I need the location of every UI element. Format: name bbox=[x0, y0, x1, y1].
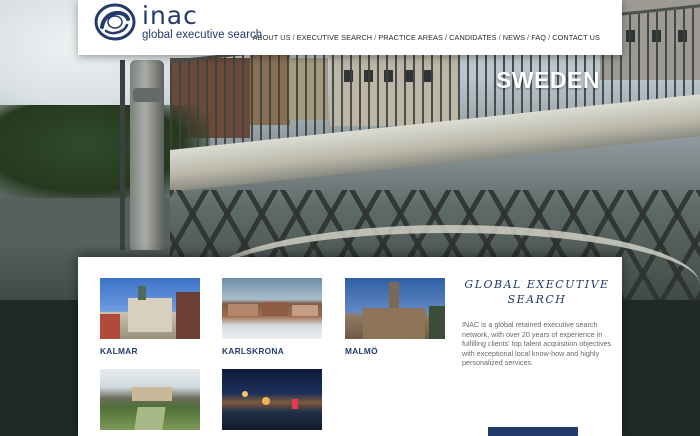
nav-contact-us[interactable]: CONTACT US bbox=[552, 33, 600, 42]
nav-separator: / bbox=[548, 33, 551, 42]
about-heading-line2: SEARCH bbox=[507, 293, 567, 306]
brand-tagline: global executive search bbox=[142, 29, 263, 41]
city-card[interactable] bbox=[100, 369, 200, 436]
content-panel: KALMAR KARLSKRONA MALMÖ GLOBAL EXECUTIVE… bbox=[78, 257, 622, 436]
country-title: SWEDEN bbox=[496, 67, 600, 93]
main-nav: ABOUT US / EXECUTIVE SEARCH / PRACTICE AREAS… bbox=[253, 33, 600, 42]
about-heading-line1: GLOBAL EXECUTIVE bbox=[464, 278, 610, 291]
inac-swirl-logo-icon bbox=[94, 3, 136, 41]
city-name: KARLSKRONA bbox=[222, 346, 284, 356]
city-card[interactable] bbox=[222, 369, 322, 436]
nav-separator: / bbox=[374, 33, 377, 42]
city-card-malmo[interactable]: MALMÖ bbox=[345, 278, 445, 356]
city-photo bbox=[100, 278, 200, 339]
nav-faq[interactable]: FAQ bbox=[531, 33, 546, 42]
city-photo bbox=[222, 278, 322, 339]
lamp-pillar-cap bbox=[133, 88, 161, 102]
nav-executive-search[interactable]: EXECUTIVE SEARCH bbox=[297, 33, 372, 42]
city-name: KALMAR bbox=[100, 346, 138, 356]
city-card-karlskrona[interactable]: KARLSKRONA bbox=[222, 278, 322, 356]
street-post bbox=[120, 60, 125, 250]
city-photo bbox=[345, 278, 445, 339]
city-card-kalmar[interactable]: KALMAR bbox=[100, 278, 200, 356]
about-body: INAC is a global retained executive sear… bbox=[462, 320, 612, 368]
nav-separator: / bbox=[444, 33, 448, 42]
city-photo bbox=[100, 369, 200, 430]
city-photo bbox=[222, 369, 322, 430]
nav-separator: / bbox=[498, 33, 501, 42]
logo-link[interactable]: inac global executive search bbox=[94, 3, 262, 41]
city-name: MALMÖ bbox=[345, 346, 378, 356]
nav-separator: / bbox=[292, 33, 295, 42]
site-header: inac global executive search ABOUT US / EX… bbox=[78, 0, 622, 55]
nav-news[interactable]: NEWS bbox=[503, 33, 525, 42]
nav-practice-areas[interactable]: PRACTICE AREAS bbox=[378, 33, 443, 42]
about-heading: GLOBAL EXECUTIVE SEARCH bbox=[462, 277, 612, 307]
nav-about-us[interactable]: ABOUT US bbox=[253, 33, 291, 42]
about-section: GLOBAL EXECUTIVE SEARCH INAC is a global… bbox=[462, 277, 612, 368]
brand-name: inac bbox=[142, 1, 198, 30]
cta-button[interactable] bbox=[488, 427, 578, 436]
nav-candidates[interactable]: CANDIDATES bbox=[449, 33, 497, 42]
nav-separator: / bbox=[527, 33, 530, 42]
